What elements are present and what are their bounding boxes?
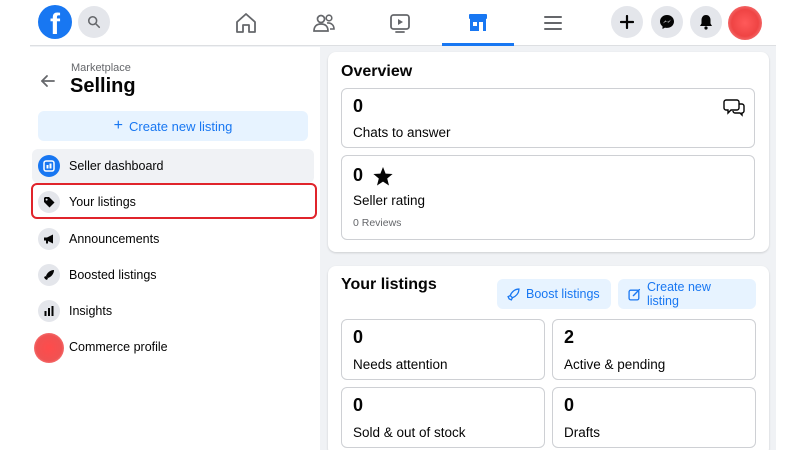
tab-marketplace[interactable] <box>442 0 514 46</box>
sidebar-item-seller-dashboard[interactable]: Seller dashboard <box>32 149 314 183</box>
sidebar-item-boosted-listings[interactable]: Boosted listings <box>32 258 314 292</box>
plus-icon: + <box>113 117 123 134</box>
rocket-icon <box>507 287 520 301</box>
tab-home[interactable] <box>210 0 282 46</box>
search-button[interactable] <box>78 6 110 38</box>
boost-listings-label: Boost listings <box>526 287 600 301</box>
drafts-card[interactable]: 0 Drafts <box>552 387 756 448</box>
highlight-annotation <box>31 183 317 219</box>
menu-icon <box>544 16 562 30</box>
create-button[interactable] <box>611 6 643 38</box>
back-arrow-icon[interactable] <box>38 71 58 91</box>
breadcrumb: Marketplace <box>71 62 131 74</box>
boost-listings-button[interactable]: Boost listings <box>497 279 611 309</box>
watch-icon <box>390 14 410 33</box>
chats-count: 0 <box>353 96 364 116</box>
create-listing-button[interactable]: Create new listing <box>618 279 756 309</box>
star-icon <box>373 167 393 186</box>
search-icon <box>87 15 101 29</box>
overview-title: Overview <box>341 63 413 80</box>
active-pending-card[interactable]: 2 Active & pending <box>552 319 756 380</box>
needs-attention-label: Needs attention <box>353 357 448 372</box>
seller-rating-card[interactable]: 0 Seller rating 0 Reviews <box>341 155 755 240</box>
your-listings-title: Your listings <box>341 276 437 293</box>
sidebar-item-label: Insights <box>69 304 113 318</box>
dashboard-icon <box>38 155 60 177</box>
active-pending-label: Active & pending <box>564 357 666 372</box>
rocket-icon <box>38 264 60 286</box>
megaphone-icon <box>38 228 60 250</box>
edit-icon <box>628 288 641 301</box>
seller-rating-label: Seller rating <box>353 193 426 208</box>
sold-out-of-stock-label: Sold & out of stock <box>353 425 466 440</box>
create-new-listing-button[interactable]: + Create new listing <box>38 111 308 141</box>
create-new-listing-label: Create new listing <box>129 118 233 134</box>
sidebar-item-label: Boosted listings <box>69 268 157 282</box>
drafts-label: Drafts <box>564 425 601 440</box>
plus-icon <box>620 15 634 29</box>
create-listing-label: Create new listing <box>646 280 711 308</box>
tab-menu[interactable] <box>517 0 589 46</box>
chat-bubbles-icon <box>723 99 745 117</box>
sold-out-of-stock-card[interactable]: 0 Sold & out of stock <box>341 387 545 448</box>
page-title: Selling <box>70 75 136 97</box>
messenger-button[interactable] <box>651 6 683 38</box>
reviews-count: 0 Reviews <box>353 217 402 229</box>
sidebar-item-label: Commerce profile <box>69 340 168 354</box>
account-avatar[interactable] <box>728 6 762 40</box>
sidebar-item-label: Seller dashboard <box>69 159 164 173</box>
overview-panel: Overview 0 Chats to answer 0 Seller rati… <box>328 52 769 252</box>
your-listings-panel: Your listings Boost listings Create new … <box>328 266 769 450</box>
sidebar-item-insights[interactable]: Insights <box>32 294 314 328</box>
sidebar-item-label: Announcements <box>69 232 160 246</box>
active-pending-count: 2 <box>564 327 575 347</box>
top-navigation-bar: f <box>30 0 776 46</box>
seller-rating-value: 0 <box>353 165 364 185</box>
needs-attention-card[interactable]: 0 Needs attention <box>341 319 545 380</box>
notifications-icon <box>700 15 712 30</box>
chats-card[interactable]: 0 Chats to answer <box>341 88 755 148</box>
home-icon <box>236 13 256 33</box>
red-marker-annotation <box>34 333 64 363</box>
tab-friends[interactable] <box>288 0 360 46</box>
notifications-button[interactable] <box>690 6 722 38</box>
marketplace-icon <box>469 13 487 31</box>
sidebar-item-announcements[interactable]: Announcements <box>32 222 314 256</box>
friends-icon <box>313 14 335 32</box>
messenger-icon <box>660 15 674 29</box>
tab-watch[interactable] <box>364 0 436 46</box>
facebook-logo[interactable]: f <box>38 5 72 39</box>
bar-chart-icon <box>38 300 60 322</box>
chats-label: Chats to answer <box>353 125 451 140</box>
sidebar-item-commerce-profile[interactable]: Commerce profile <box>32 330 314 364</box>
needs-attention-count: 0 <box>353 327 364 347</box>
drafts-count: 0 <box>564 395 575 415</box>
sold-out-of-stock-count: 0 <box>353 395 364 415</box>
